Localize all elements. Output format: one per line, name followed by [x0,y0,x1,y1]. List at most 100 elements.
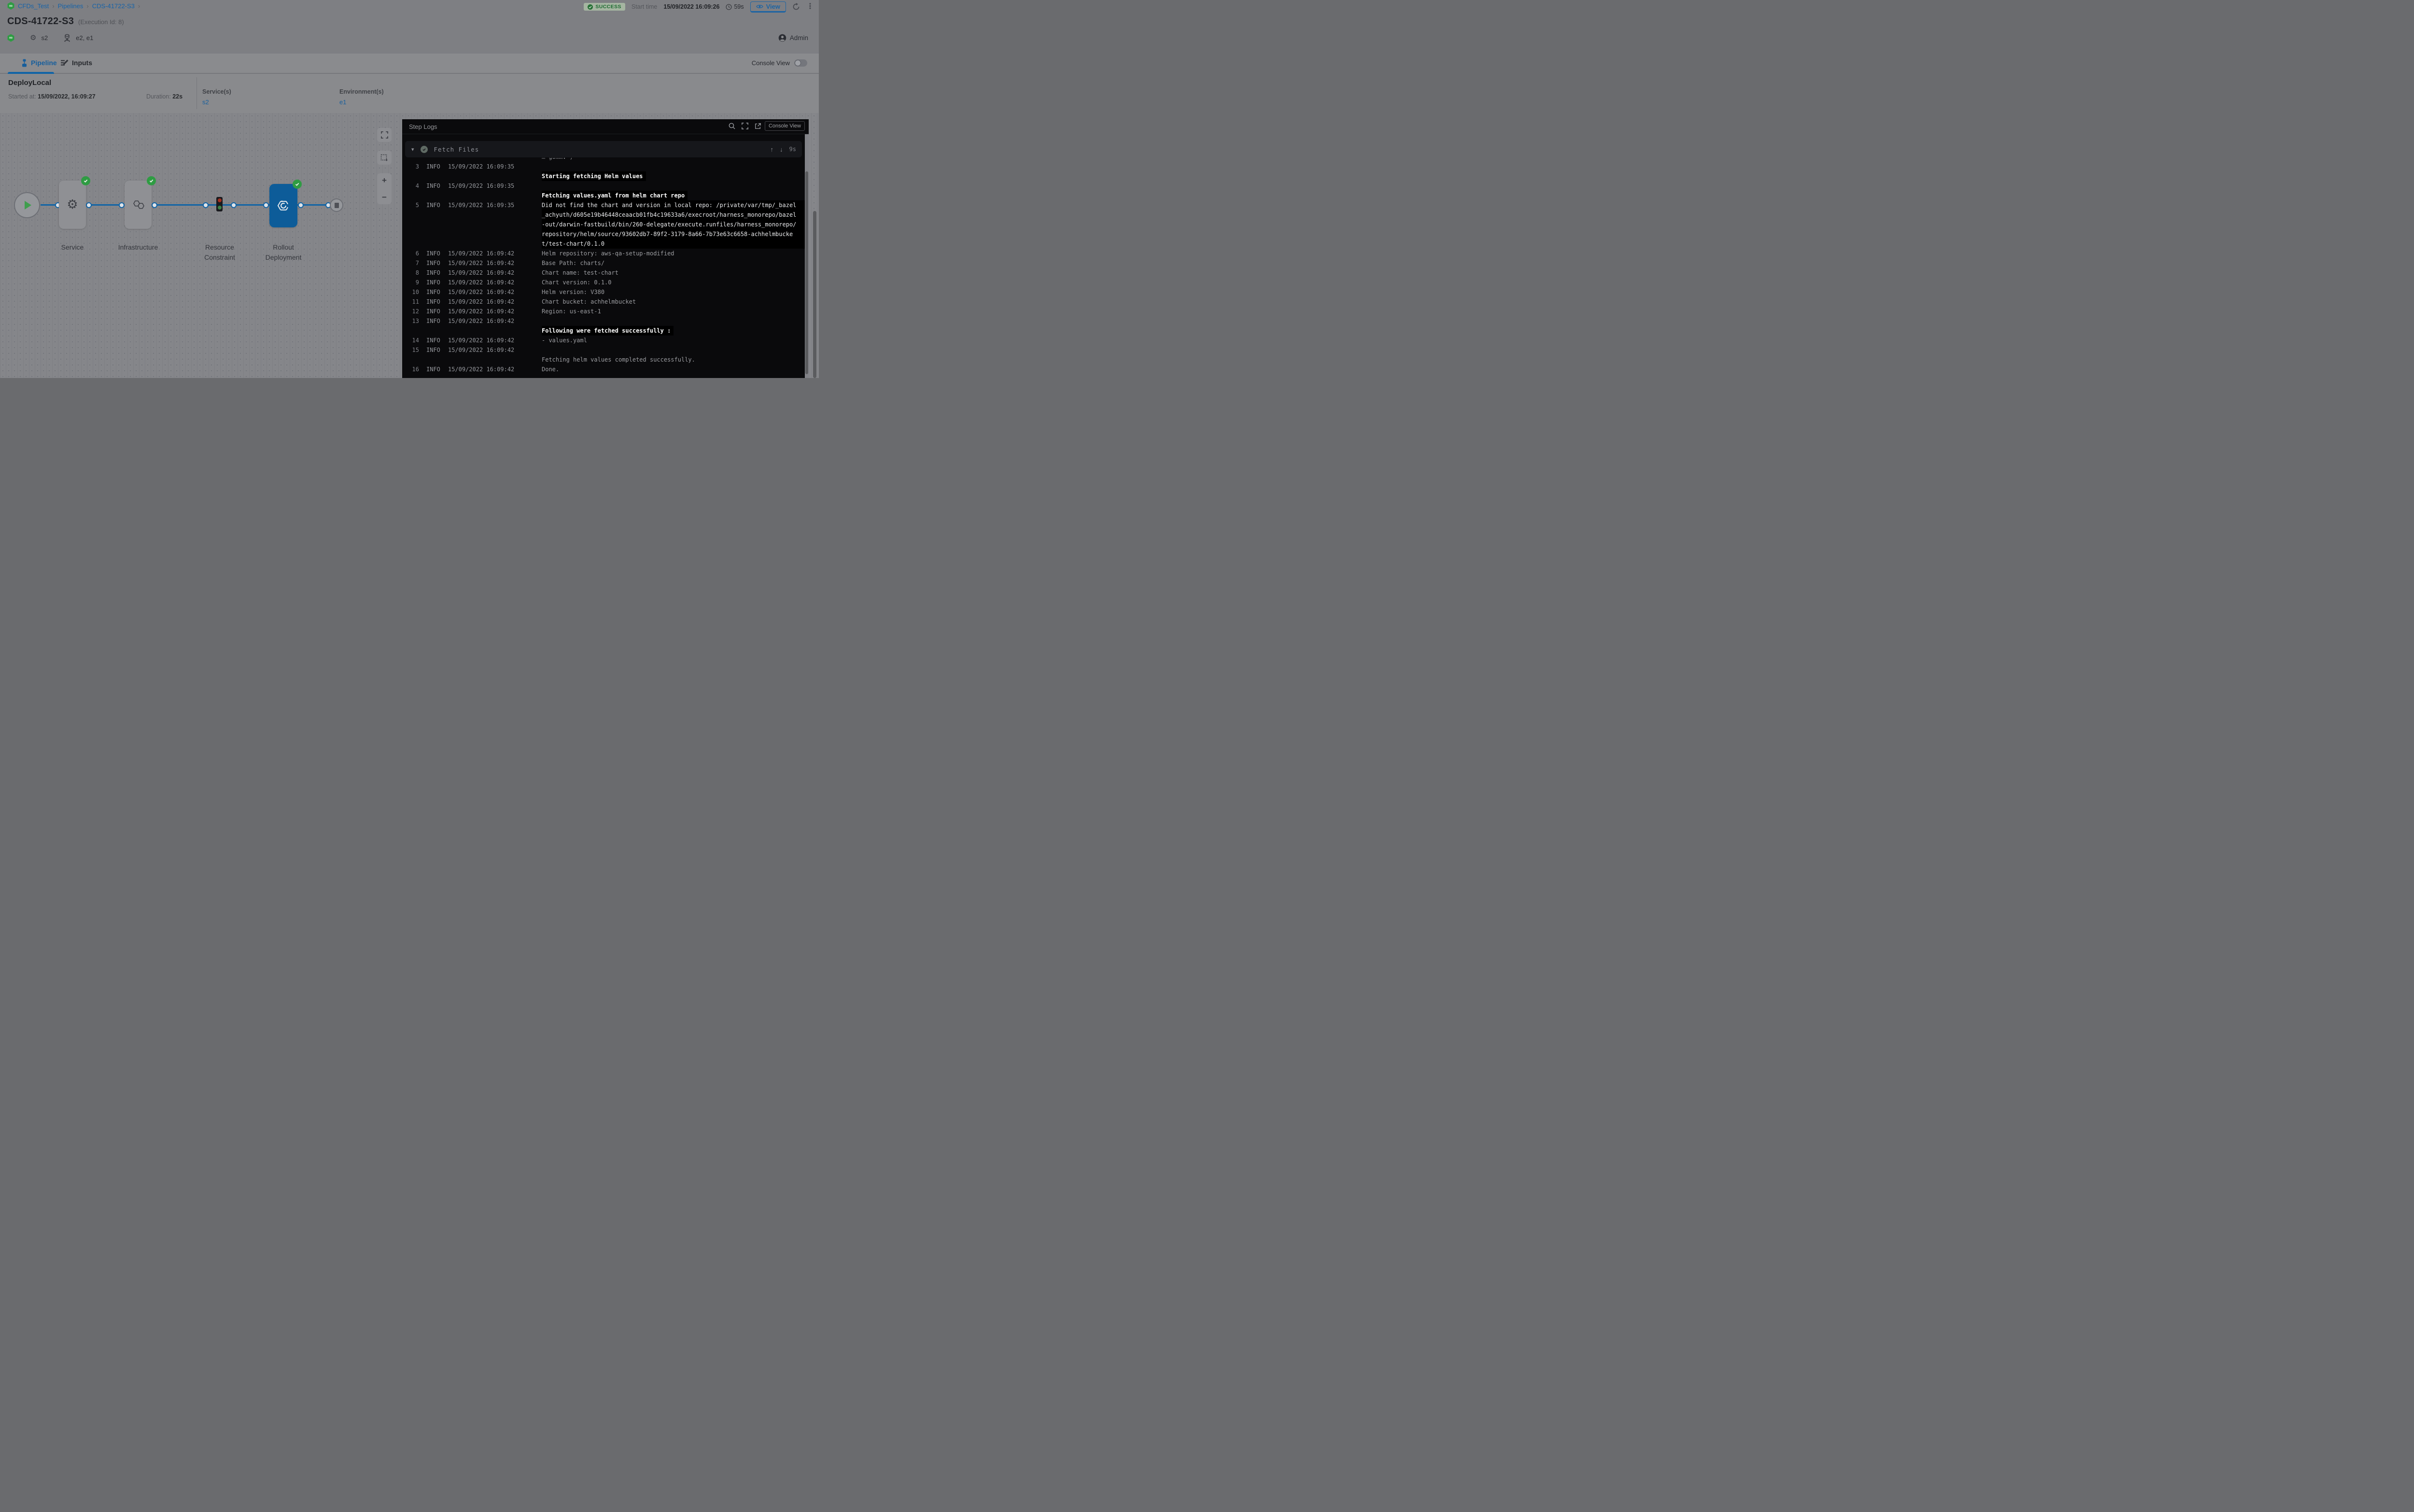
breadcrumb-pipelines[interactable]: Pipelines [58,2,84,10]
environment-refs[interactable]: e2, e1 [76,34,93,42]
tab-bar: Pipeline Inputs Console View [0,54,819,74]
zoom-out-button[interactable]: − [382,193,387,201]
service-gear-icon: ⚙ [30,34,36,42]
log-message: Chart bucket: achhelmbucket [542,297,809,307]
log-row: repository/helm/source/93602db7-89f2-317… [402,229,809,239]
log-timestamp [448,158,542,162]
log-level [419,220,448,229]
log-line-number [402,220,419,229]
expand-icon[interactable] [742,123,748,129]
node-rollout-deployment[interactable] [269,184,297,227]
log-row: 5INFO15/09/2022 16:09:35Did not find the… [402,200,809,210]
log-line-number [402,158,419,162]
service-ref[interactable]: s2 [41,34,48,42]
log-scrollbar-thumb[interactable] [805,171,808,374]
stage-duration: Duration: 22s [146,93,182,100]
check-circle-icon [588,4,593,10]
open-in-new-icon[interactable] [755,123,761,129]
node-resource-constraint[interactable] [216,197,223,211]
tab-pipeline[interactable]: Pipeline [21,54,57,72]
log-timestamp: 15/09/2022 16:09:42 [448,316,542,326]
log-row: m gommv ) [402,158,809,162]
log-row: Fetching helm values completed successfu… [402,355,809,364]
log-timestamp [448,229,542,239]
log-row: 10INFO15/09/2022 16:09:42Helm version: V… [402,287,809,297]
log-row: _achyuth/d605e19b46448ceaacb01fb4c19633a… [402,210,809,220]
inputs-icon [61,59,69,67]
log-timestamp: 15/09/2022 16:09:42 [448,297,542,307]
log-timestamp: 15/09/2022 16:09:42 [448,249,542,258]
log-line-number [402,239,419,249]
console-view-button[interactable]: Console View [765,121,805,131]
log-level [419,355,448,364]
log-level: INFO [419,297,448,307]
log-row: -out/darwin-fastbuild/bin/260-delegate/e… [402,220,809,229]
environment-link[interactable]: e1 [339,98,384,106]
green-light-icon [218,206,222,210]
log-line-number: 9 [402,278,419,287]
refresh-button[interactable] [792,3,800,11]
log-timestamp: 15/09/2022 16:09:42 [448,345,542,355]
page-scrollbar-thumb[interactable] [813,211,816,378]
stop-icon [335,203,339,208]
log-timestamp [448,191,542,200]
log-level: INFO [419,336,448,345]
service-link[interactable]: s2 [202,98,231,106]
log-level: INFO [419,181,448,191]
chevron-down-icon: ▾ [411,146,414,153]
log-line-number [402,210,419,220]
log-scrollbar[interactable] [805,134,809,378]
fit-to-screen-button[interactable] [377,128,392,142]
refresh-icon [792,3,800,11]
tab-inputs[interactable]: Inputs [61,54,92,72]
log-message: Chart version: 0.1.0 [542,278,809,287]
end-node[interactable] [330,198,343,212]
log-level [419,210,448,220]
log-message: t/test-chart/0.1.0 [542,239,806,249]
play-icon [25,201,31,210]
console-view-label: Console View [752,59,790,67]
scroll-up-icon[interactable]: ↑ [771,146,774,153]
log-timestamp: 15/09/2022 16:09:42 [448,258,542,268]
search-icon[interactable] [729,123,735,129]
console-view-toggle[interactable] [794,59,807,67]
log-row: t/test-chart/0.1.0 [402,239,809,249]
top-header: ∞ CFDs_Test › Pipelines › CDS-41722-S3 ›… [0,0,819,54]
log-line-number [402,229,419,239]
node-service[interactable]: ⚙ [59,181,86,229]
infrastructure-icon [131,199,145,210]
log-output[interactable]: m gommv )3INFO15/09/2022 16:09:35Startin… [402,158,809,378]
breadcrumb-project[interactable]: CFDs_Test [18,2,49,10]
node-infrastructure[interactable] [125,181,152,229]
start-node[interactable] [14,192,40,218]
harness-status-icon: ∞ [7,34,14,42]
log-message [542,162,809,171]
zoom-in-button[interactable]: + [382,176,387,184]
step-logs-panel: Step Logs Console View ▾ Fetch Files ↑ ↓… [402,119,809,378]
breadcrumb: ∞ CFDs_Test › Pipelines › CDS-41722-S3 › [7,2,140,10]
stage-started: Started at: 15/09/2022, 16:09:27 [8,93,96,100]
user-menu[interactable]: Admin [778,34,808,42]
eye-icon [756,4,763,9]
log-message: _achyuth/d605e19b46448ceaacb01fb4c19633a… [542,210,806,220]
scroll-down-icon[interactable]: ↓ [780,146,783,153]
breadcrumb-pipeline-name[interactable]: CDS-41722-S3 [92,2,135,10]
zoom-controls: + − [377,173,392,204]
node-label-rollout-deployment: Rollout Deployment [257,242,310,263]
log-level: INFO [419,200,448,210]
selection-mode-button[interactable] [377,151,392,165]
log-line-number: 14 [402,336,419,345]
log-timestamp: 15/09/2022 16:09:42 [448,307,542,316]
view-button[interactable]: View [750,1,786,13]
log-row: 12INFO15/09/2022 16:09:42Region: us-east… [402,307,809,316]
step-duration: 9s [789,146,796,153]
log-row: Starting fetching Helm values [402,171,809,181]
more-options-button[interactable]: ⋮ [806,3,814,11]
log-line-number: 12 [402,307,419,316]
service-gear-icon: ⚙ [67,198,78,211]
log-timestamp: 15/09/2022 16:09:42 [448,268,542,278]
execution-meta-row: ∞ ⚙ s2 e2, e1 [7,34,93,42]
rollout-icon [277,199,290,212]
log-row: 13INFO15/09/2022 16:09:42 [402,316,809,326]
step-section-fetch-files[interactable]: ▾ Fetch Files ↑ ↓ 9s [405,141,802,157]
